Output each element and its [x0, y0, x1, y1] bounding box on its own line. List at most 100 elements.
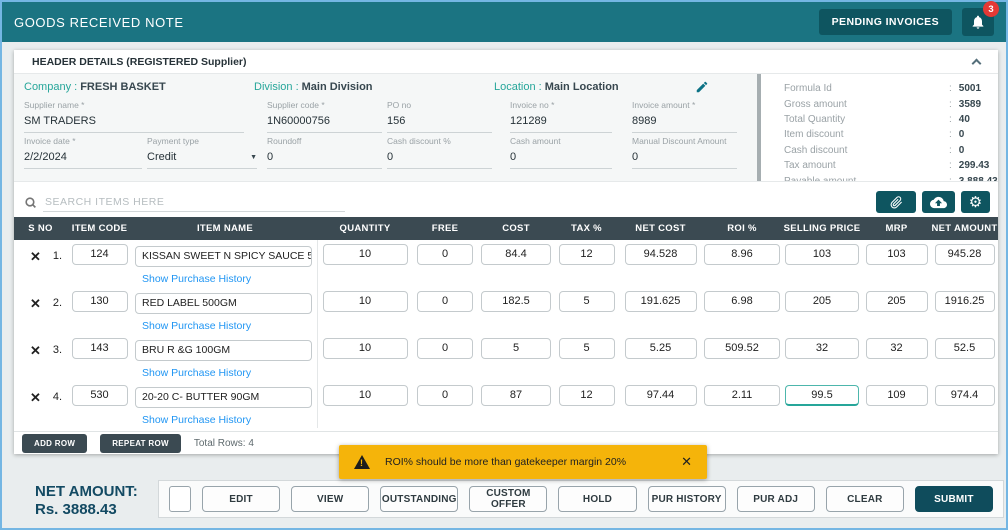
- cost-input[interactable]: 182.5: [481, 291, 551, 312]
- close-icon[interactable]: ✕: [681, 454, 692, 470]
- payment-type-field: Payment type Credit ▼: [147, 136, 257, 169]
- free-input[interactable]: 0: [417, 338, 473, 359]
- tax-input[interactable]: 12: [558, 385, 615, 406]
- page-title: GOODS RECEIVED NOTE: [14, 14, 184, 30]
- supplier-code-input[interactable]: 1N60000756: [267, 114, 382, 128]
- total-rows-label: Total Rows: 4: [193, 437, 254, 449]
- item-name-input[interactable]: 20-20 C- BUTTER 90GM: [135, 387, 312, 408]
- edit-button[interactable]: EDIT: [202, 486, 281, 512]
- view-button[interactable]: VIEW: [291, 486, 370, 512]
- goods-received-note-card: HEADER DETAILS (REGISTERED Supplier) Com…: [14, 50, 998, 454]
- quantity-input[interactable]: 10: [322, 244, 408, 265]
- invoice-date-input[interactable]: 2/2/2024: [24, 150, 142, 164]
- net-amount-input[interactable]: 974.4: [934, 385, 995, 406]
- delete-row-icon[interactable]: ✕: [30, 250, 41, 263]
- selling-price-input[interactable]: 32: [785, 338, 859, 359]
- cash-discount-pct-input[interactable]: 0: [387, 150, 492, 164]
- manual-discount-input[interactable]: 0: [632, 150, 737, 164]
- tax-input[interactable]: 5: [558, 291, 615, 312]
- cost-input[interactable]: 5: [481, 338, 551, 359]
- item-name-input[interactable]: KISSAN SWEET N SPICY SAUCE 500GM: [135, 246, 312, 267]
- item-name-input[interactable]: RED LABEL 500GM: [135, 293, 312, 314]
- upload-button[interactable]: [922, 191, 955, 213]
- mrp-input[interactable]: 109: [865, 385, 928, 406]
- attachment-button[interactable]: [876, 191, 916, 213]
- net-cost-input[interactable]: 97.44: [624, 385, 697, 406]
- invoice-amount-input[interactable]: 8989: [632, 114, 737, 128]
- cost-input[interactable]: 87: [481, 385, 551, 406]
- notifications-button[interactable]: 3: [962, 1, 999, 36]
- summary-row: Tax amount:299.43: [784, 160, 990, 172]
- cost-input[interactable]: 84.4: [481, 244, 551, 265]
- table-row: ✕ 1. 124 KISSAN SWEET N SPICY SAUCE 500G…: [14, 240, 998, 287]
- pur-adj-button[interactable]: PUR ADJ: [736, 486, 815, 512]
- free-input[interactable]: 0: [417, 244, 473, 265]
- roi-input[interactable]: 6.98: [704, 291, 780, 312]
- show-purchase-history-link[interactable]: Show Purchase History: [142, 273, 251, 285]
- invoice-no-input[interactable]: 121289: [510, 114, 612, 128]
- net-amount-input[interactable]: 945.28: [934, 244, 995, 265]
- tax-input[interactable]: 5: [558, 338, 615, 359]
- clear-button[interactable]: CLEAR: [825, 486, 904, 512]
- item-code-input[interactable]: 124: [71, 244, 128, 265]
- submit-button[interactable]: SUBMIT: [914, 486, 993, 512]
- item-name-input[interactable]: BRU R &G 100GM: [135, 340, 312, 361]
- quantity-input[interactable]: 10: [322, 385, 408, 406]
- net-amount-input[interactable]: 52.5: [934, 338, 995, 359]
- free-input[interactable]: 0: [417, 291, 473, 312]
- show-purchase-history-link[interactable]: Show Purchase History: [142, 414, 251, 426]
- context-row: Company : FRESH BASKET Division : Main Div…: [24, 79, 757, 95]
- net-cost-input[interactable]: 94.528: [624, 244, 697, 265]
- roi-input[interactable]: 2.11: [704, 385, 780, 406]
- add-row-button[interactable]: ADD ROW: [22, 433, 88, 453]
- po-no-input[interactable]: 156: [387, 114, 492, 128]
- settings-button[interactable]: ⚙: [961, 191, 990, 213]
- roundoff-input[interactable]: 0: [267, 150, 382, 164]
- payment-type-select[interactable]: Credit ▼: [147, 150, 257, 164]
- item-code-input[interactable]: 530: [71, 385, 128, 406]
- summary-row: Cash discount:0: [784, 144, 965, 156]
- edit-pencil-icon[interactable]: [695, 80, 709, 94]
- quantity-input[interactable]: 10: [322, 291, 408, 312]
- show-purchase-history-link[interactable]: Show Purchase History: [142, 320, 251, 332]
- roi-input[interactable]: 509.52: [704, 338, 780, 359]
- mrp-input[interactable]: 205: [865, 291, 928, 312]
- warning-message: ROI% should be more than gatekeeper marg…: [385, 456, 627, 468]
- manual-discount-field: Manual Discount Amount 0: [632, 136, 737, 169]
- delete-row-icon[interactable]: ✕: [30, 297, 41, 310]
- show-purchase-history-link[interactable]: Show Purchase History: [142, 367, 251, 379]
- net-cost-input[interactable]: 191.625: [624, 291, 697, 312]
- net-cost-input[interactable]: 5.25: [624, 338, 697, 359]
- collapse-chevron-icon[interactable]: [971, 58, 982, 68]
- pending-invoices-button[interactable]: PENDING INVOICES: [818, 9, 952, 35]
- outstanding-button[interactable]: OUTSTANDING: [380, 486, 459, 512]
- item-code-input[interactable]: 143: [71, 338, 128, 359]
- net-amount-input[interactable]: 1916.25: [934, 291, 995, 312]
- summary-row: Item discount:0: [784, 129, 965, 141]
- tax-input[interactable]: 12: [558, 244, 615, 265]
- roi-input[interactable]: 8.96: [704, 244, 780, 265]
- delete-row-icon[interactable]: ✕: [30, 391, 41, 404]
- pur-history-button[interactable]: PUR HISTORY: [647, 486, 726, 512]
- mrp-input[interactable]: 32: [865, 338, 928, 359]
- selling-price-input[interactable]: 103: [785, 244, 859, 265]
- delete-row-icon[interactable]: ✕: [30, 344, 41, 357]
- table-row: ✕ 3. 143 BRU R &G 100GM Show Purchase Hi…: [14, 334, 998, 381]
- free-input[interactable]: 0: [417, 385, 473, 406]
- select-checkbox-button[interactable]: [169, 486, 191, 512]
- item-code-input[interactable]: 130: [71, 291, 128, 312]
- quantity-input[interactable]: 10: [322, 338, 408, 359]
- po-no-field: PO no 156: [387, 100, 492, 133]
- supplier-name-input[interactable]: SM TRADERS: [24, 114, 244, 128]
- hold-button[interactable]: HOLD: [558, 486, 637, 512]
- selling-price-input[interactable]: 205: [785, 291, 859, 312]
- repeat-row-button[interactable]: REPEAT ROW: [100, 433, 181, 453]
- gear-icon: ⚙: [968, 194, 983, 211]
- search-items-input[interactable]: [43, 192, 345, 212]
- custom-offer-button[interactable]: CUSTOM OFFER: [469, 486, 548, 512]
- selling-price-input[interactable]: 99.5: [785, 385, 859, 406]
- cloud-upload-icon: [930, 196, 947, 209]
- cash-amount-input[interactable]: 0: [510, 150, 612, 164]
- mrp-input[interactable]: 103: [865, 244, 928, 265]
- warning-icon: [354, 455, 370, 469]
